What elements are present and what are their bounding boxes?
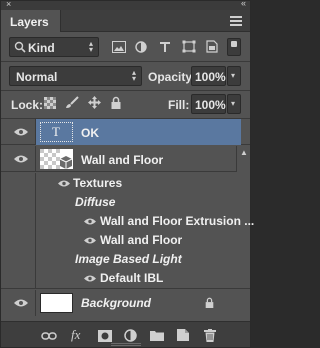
subheader-diffuse: Diffuse (75, 195, 116, 209)
type-thumbnail-icon: T (52, 124, 60, 139)
chevron-down-icon: ▾ (231, 71, 236, 80)
visibility-eye-icon[interactable] (14, 298, 28, 308)
scroll-up-arrow[interactable]: ▲ (240, 148, 248, 157)
tab-row: Layers (1, 10, 250, 32)
blend-mode-dropdown[interactable]: Normal ▴ ▾ (9, 66, 142, 86)
panel-titlebar: × « (1, 0, 250, 10)
opacity-field[interactable]: 100% (191, 66, 226, 86)
new-layer-icon[interactable] (177, 329, 189, 341)
collapse-icon[interactable]: « (241, 0, 246, 8)
smart-object-filter-icon[interactable] (206, 40, 218, 53)
filter-toggle-switch[interactable] (227, 38, 241, 56)
layer-subheader-ibl: Image Based Light (1, 250, 250, 269)
type-filter-icon[interactable] (159, 41, 171, 53)
trash-icon[interactable] (204, 329, 216, 342)
scrollbar[interactable]: ▲ (236, 146, 250, 172)
fill-field[interactable]: 100% (191, 94, 226, 114)
opacity-label: Opacity: (148, 70, 197, 84)
fill-slider-button[interactable]: ▾ (227, 94, 241, 114)
mask-icon[interactable] (98, 330, 112, 342)
opacity-slider-button[interactable]: ▾ (227, 66, 241, 86)
adjustment-filter-icon[interactable] (135, 41, 147, 53)
layer-row-wall-and-floor-extrusion[interactable]: Wall and Floor Extrusion ... (1, 212, 254, 231)
link-icon[interactable] (41, 331, 57, 341)
chevron-updown-icon: ▴ ▾ (88, 39, 93, 54)
layer-name-default-ibl: Default IBL (100, 271, 164, 285)
fx-icon[interactable]: fx (71, 327, 80, 343)
layer-name-ok: OK (81, 126, 99, 140)
adjustment-icon[interactable] (124, 329, 137, 342)
divider (1, 90, 250, 91)
layer-subheader-diffuse: Diffuse (1, 193, 250, 212)
layer-row-wall-and-floor[interactable]: Wall and Floor (1, 146, 250, 172)
visibility-eye-icon[interactable] (84, 274, 96, 283)
layer-row-textures[interactable]: Textures (1, 173, 250, 193)
close-icon[interactable]: × (6, 0, 11, 9)
lock-move-icon[interactable] (88, 96, 101, 109)
3d-layer-thumbnail (40, 149, 73, 169)
shape-filter-icon[interactable] (182, 40, 196, 53)
blend-mode-value: Normal (16, 70, 58, 84)
search-icon (14, 41, 26, 53)
lock-transparency-icon[interactable] (44, 97, 56, 109)
visibility-eye-icon[interactable] (14, 154, 28, 164)
bottom-toolbar: fx (1, 321, 250, 347)
panel-menu-icon[interactable] (230, 16, 242, 26)
lock-label: Lock: (11, 98, 44, 112)
subheader-image-based-light: Image Based Light (75, 252, 182, 266)
background-thumbnail (40, 293, 73, 313)
layer-name-wall-and-floor: Wall and Floor (81, 153, 164, 167)
chevron-down-icon: ▾ (231, 99, 236, 108)
image-filter-icon[interactable] (112, 41, 126, 53)
layer-name-wall-and-floor-texture: Wall and Floor (100, 233, 183, 247)
chevron-updown-icon: ▴ ▾ (131, 68, 136, 83)
fill-label: Fill: (168, 98, 190, 112)
folder-icon[interactable] (150, 330, 164, 341)
layer-row-background[interactable]: Background (1, 290, 250, 316)
divider (1, 61, 250, 62)
layer-row-wall-and-floor-texture[interactable]: Wall and Floor (1, 231, 250, 250)
layer-row-default-ibl[interactable]: Default IBL (1, 269, 250, 289)
visibility-eye-icon[interactable] (84, 236, 96, 245)
opacity-value: 100% (195, 70, 226, 84)
layer-name-textures: Textures (73, 176, 123, 190)
filter-kind-dropdown[interactable]: Kind ▴ ▾ (9, 37, 99, 57)
layers-panel: × « Layers Kind ▴ ▾ Normal ▴ ▾ Opacity: … (0, 0, 254, 348)
visibility-eye-icon[interactable] (84, 217, 96, 226)
layer-name-background: Background (81, 296, 152, 310)
lock-icon (205, 297, 214, 308)
layer-name-wall-and-floor-extrusion: Wall and Floor Extrusion ... (100, 214, 255, 228)
visibility-eye-icon[interactable] (14, 127, 28, 137)
visibility-eye-icon[interactable] (58, 179, 70, 188)
resize-grip[interactable] (111, 343, 141, 346)
filter-kind-label: Kind (28, 41, 55, 55)
lock-all-icon[interactable] (111, 96, 121, 109)
text-layer-thumbnail: T (40, 122, 73, 142)
tab-layers[interactable]: Layers (1, 10, 61, 32)
fill-value: 100% (195, 98, 226, 112)
lock-brush-icon[interactable] (65, 96, 79, 109)
layer-row-ok[interactable]: T OK (1, 119, 250, 145)
